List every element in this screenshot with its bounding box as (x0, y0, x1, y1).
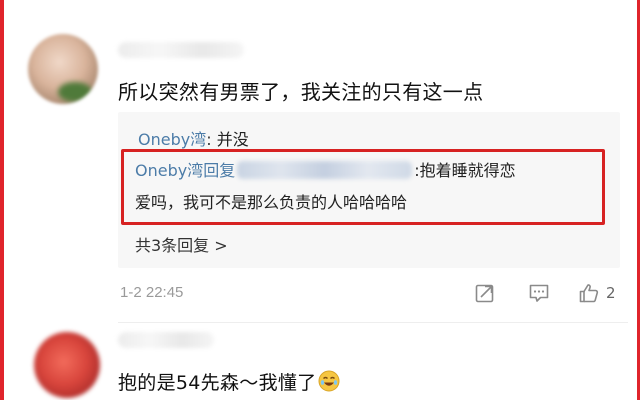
reply-text: 并没 (216, 130, 249, 149)
highlighted-reply-line-1: Oneby湾回复 :抱着睡就得恋 (135, 157, 516, 181)
blurred-username (118, 42, 244, 58)
reply-author-link[interactable]: Oneby湾 (138, 130, 206, 149)
comment-divider (118, 322, 628, 323)
blurred-reply-target (237, 161, 413, 179)
reply-thread-box: Oneby湾: 并没 Oneby湾回复 :抱着睡就得恋 爱吗，我可不是那么负责的人… (118, 112, 620, 268)
comment-text-content: 抱的是54先森～我懂了 (118, 372, 317, 394)
comment-text: 所以突然有男票了，我关注的只有这一点 (118, 80, 484, 104)
laughing-face-icon (318, 370, 340, 392)
avatar[interactable] (34, 332, 100, 398)
like-count: 2 (606, 284, 616, 302)
timestamp: 1-2 22:45 (120, 284, 184, 301)
red-frame-left (0, 0, 4, 400)
reply-text: :抱着睡就得恋 (414, 161, 516, 180)
comment-text: 抱的是54先森～我懂了 (118, 368, 340, 395)
view-more-replies-link[interactable]: 共3条回复 > (135, 232, 228, 256)
thumbs-up-icon[interactable] (578, 282, 600, 304)
highlighted-reply-line-2: 爱吗，我可不是那么负责的人哈哈哈哈 (135, 193, 408, 212)
share-icon[interactable] (474, 282, 496, 304)
comment-icon[interactable] (528, 282, 550, 304)
avatar[interactable] (28, 34, 98, 104)
blurred-username (118, 332, 214, 348)
reply-separator: : (206, 130, 217, 149)
reply-summary: Oneby湾: 并没 (138, 126, 249, 150)
reply-author-link[interactable]: Oneby湾回复 (135, 161, 235, 180)
comment-meta-row: 1-2 22:45 2 (118, 282, 620, 306)
